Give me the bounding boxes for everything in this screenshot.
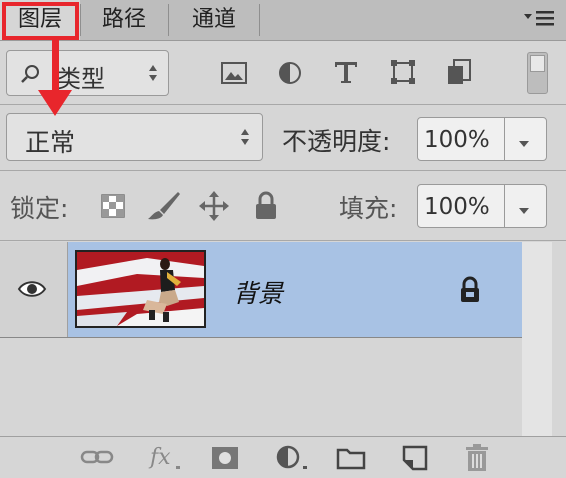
scrollbar[interactable] — [522, 242, 552, 437]
fx-icon[interactable]: fx — [148, 442, 184, 476]
tab-divider — [80, 4, 81, 36]
eye-icon[interactable] — [17, 279, 47, 303]
tab-highlight-box — [2, 2, 79, 40]
blend-mode-value: 正常 — [25, 128, 76, 157]
chevron-down-icon[interactable] — [517, 201, 531, 220]
opacity-value[interactable]: 100% — [424, 127, 490, 153]
folder-icon[interactable] — [336, 446, 366, 474]
divider — [0, 240, 566, 241]
link-icon[interactable] — [80, 447, 114, 471]
annotation-arrow-head — [38, 90, 72, 116]
panel-menu-icon[interactable] — [522, 8, 558, 32]
search-icon — [21, 64, 41, 88]
lock-icon — [458, 276, 482, 308]
fill-value[interactable]: 100% — [424, 194, 490, 220]
image-filter-icon[interactable] — [220, 60, 248, 90]
blend-mode-select[interactable]: 正常 — [6, 113, 263, 161]
opacity-label: 不透明度: — [282, 127, 391, 156]
updown-arrows-icon — [147, 62, 159, 88]
opacity-field[interactable]: 100% — [417, 117, 547, 161]
tab-divider — [259, 4, 260, 36]
lock-image-pixels-icon[interactable] — [146, 190, 182, 226]
filter-kind-label: 类型 — [57, 65, 105, 93]
shape-filter-icon[interactable] — [389, 58, 417, 90]
bottom-toolbar: fx — [0, 436, 566, 478]
tab-divider — [168, 4, 169, 36]
tab-channels[interactable]: 通道 — [170, 0, 258, 40]
move-icon[interactable] — [198, 190, 230, 226]
layer-name[interactable]: 背景 — [233, 274, 283, 310]
new-layer-icon[interactable] — [401, 444, 429, 476]
filter-kind-select[interactable]: 类型 — [6, 50, 169, 96]
lock-transparent-pixels-icon[interactable] — [100, 193, 126, 223]
adjustment-icon[interactable] — [275, 444, 309, 476]
layer-thumbnail[interactable] — [75, 250, 206, 328]
tab-paths[interactable]: 路径 — [82, 0, 166, 40]
trash-icon[interactable] — [464, 443, 490, 477]
lock-label: 锁定: — [10, 194, 69, 223]
divider — [0, 104, 566, 105]
fill-field[interactable]: 100% — [417, 184, 547, 228]
type-filter-icon[interactable] — [332, 58, 360, 90]
chevron-down-icon[interactable] — [517, 134, 531, 153]
divider — [0, 170, 566, 171]
svg-text:fx: fx — [148, 445, 171, 470]
filter-toggle-switch[interactable] — [527, 52, 548, 94]
annotation-arrow-line — [52, 40, 59, 92]
fill-label: 填充: — [339, 194, 398, 223]
updown-arrows-icon — [239, 126, 251, 152]
tab-bar: 图层 路径 通道 — [0, 0, 566, 41]
lock-all-icon[interactable] — [253, 191, 279, 225]
smart-object-filter-icon[interactable] — [446, 58, 472, 90]
mask-icon[interactable] — [210, 445, 240, 475]
adjustment-filter-icon[interactable] — [277, 60, 303, 90]
layers-panel: 图层 路径 通道 类型 正常 不透明度: 100% 锁定: 填充: 100% 背… — [0, 0, 566, 478]
layer-visibility-toggle[interactable] — [0, 242, 68, 337]
